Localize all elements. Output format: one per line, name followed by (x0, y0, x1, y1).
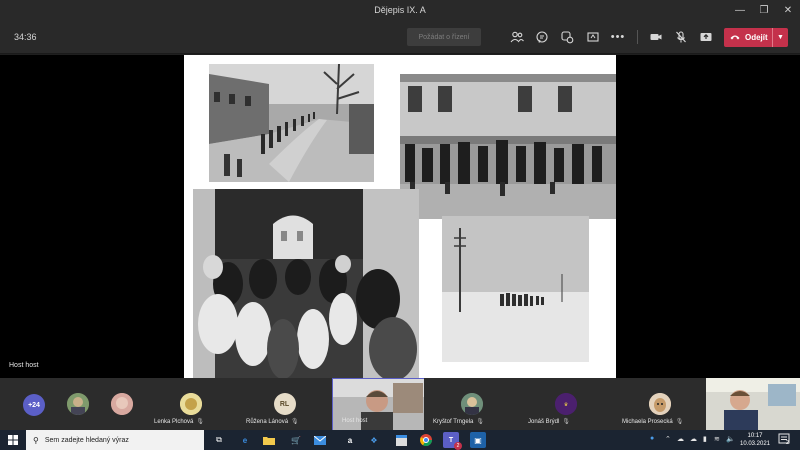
windows-taskbar: ⚲ Sem zadejte hledaný výraz ⧉ e 🛒 a ❖ T … (0, 430, 800, 450)
mail-icon[interactable] (312, 432, 328, 448)
avatar (67, 393, 89, 415)
avatar: ♛ (555, 393, 577, 415)
notification-center-icon[interactable]: 2 (778, 433, 790, 447)
onedrive-icon[interactable]: ☁ (690, 435, 697, 443)
participant-tile[interactable]: Michaela Prosecká 🎙 (613, 378, 706, 430)
close-window-button[interactable]: ✕ (776, 0, 800, 20)
request-control-button[interactable]: Požádat o řízení (407, 28, 481, 46)
file-explorer-icon[interactable] (261, 432, 277, 448)
task-view-icon[interactable]: ⧉ (211, 432, 227, 448)
chrome-icon[interactable] (418, 432, 434, 448)
store-icon[interactable]: 🛒 (288, 432, 304, 448)
taskbar-search-input[interactable]: ⚲ Sem zadejte hledaný výraz (26, 430, 204, 450)
self-video (706, 378, 800, 430)
svg-text:♛: ♛ (564, 402, 568, 408)
edge-browser-icon[interactable]: e (237, 432, 253, 448)
photo-marching-column (400, 74, 616, 219)
taskbar-clock[interactable]: 10:17 10.03.2021 (738, 432, 772, 448)
share-content-icon[interactable] (698, 29, 714, 45)
participant-tile[interactable]: ♛ Jonáš Brýdl 🎙 (519, 378, 613, 430)
clock-date: 10.03.2021 (739, 441, 771, 447)
photo-street-column (209, 64, 374, 182)
chevron-down-icon[interactable]: ▼ (772, 28, 788, 47)
clock-time: 10:17 (747, 433, 763, 439)
photo-snowy-road (442, 216, 589, 362)
avatar (460, 393, 483, 415)
participant-name: Růžena Lánová 🎙 (246, 419, 299, 425)
meeting-timer: 34:36 (14, 32, 37, 42)
chat-icon[interactable] (534, 29, 550, 45)
participant-tile[interactable]: RL Růžena Lánová 🎙 (237, 378, 332, 430)
avatar (111, 393, 133, 415)
cloud-icon[interactable]: ☁ (677, 435, 684, 443)
notification-count: 2 (786, 440, 789, 446)
leave-label: Odejít (745, 33, 768, 42)
mic-muted-icon: 🎙 (562, 419, 570, 425)
mic-muted-icon: 🎙 (675, 419, 684, 425)
avatar (648, 393, 671, 415)
shared-screen: Host host (0, 55, 800, 378)
teams-meeting-window: Dějepis IX. A — ❐ ✕ 34:36 Požádat o říze… (0, 0, 800, 450)
meeting-toolbar: 34:36 Požádat o řízení ••• Odejít ▼ (0, 20, 800, 54)
participant-group-tile[interactable] (0, 378, 145, 430)
dropbox-icon[interactable]: ❖ (366, 432, 382, 448)
show-hidden-icons[interactable]: ⌃ (665, 435, 671, 443)
participant-video-tile[interactable]: Host host (332, 378, 425, 431)
usb-icon[interactable]: ▮ (703, 435, 707, 443)
calendar-icon[interactable] (393, 432, 409, 448)
participant-name: Kryštof Trngela 🎙 (433, 419, 484, 425)
mic-muted-icon: 🎙 (476, 419, 484, 425)
presenter-name: Host host (9, 362, 39, 369)
minimize-button[interactable]: — (728, 0, 752, 20)
amazon-icon[interactable]: a (342, 432, 358, 448)
participant-name: Michaela Prosecká 🎙 (622, 419, 684, 425)
maximize-button[interactable]: ❐ (752, 0, 776, 20)
toolbar-divider (637, 30, 638, 44)
volume-icon[interactable]: 🔈 (726, 435, 735, 443)
windows-start-icon[interactable] (0, 430, 26, 450)
avatar-initials: RL (273, 393, 296, 415)
self-video-tile[interactable] (706, 378, 800, 430)
participant-name: Host host (342, 418, 368, 424)
title-bar: Dějepis IX. A — ❐ ✕ (0, 0, 800, 20)
photo-crowd-archway (193, 189, 419, 378)
teams-icon[interactable]: T 2 (443, 432, 462, 450)
hang-up-icon (730, 33, 740, 42)
overflow-participants-button[interactable]: +24 (23, 394, 45, 416)
avatar (180, 393, 202, 415)
more-options-icon[interactable]: ••• (610, 29, 626, 45)
reactions-icon[interactable] (559, 29, 575, 45)
camera-icon[interactable] (648, 29, 664, 45)
teams-badge: 2 (454, 442, 462, 450)
participants-icon[interactable] (509, 29, 525, 45)
participant-tile[interactable]: Lenka Plchová 🎙 (145, 378, 237, 430)
window-title: Dějepis IX. A (374, 5, 426, 15)
wifi-icon[interactable]: ≋ (714, 435, 720, 443)
participant-tile[interactable]: Kryštof Trngela 🎙 (424, 378, 519, 430)
mic-muted-icon: 🎙 (291, 419, 299, 425)
network-status-icon[interactable]: ● (650, 435, 654, 442)
share-tray-icon[interactable] (585, 29, 601, 45)
leave-button[interactable]: Odejít ▼ (724, 28, 788, 47)
mic-muted-icon: 🎙 (196, 419, 204, 425)
participant-strip: Lenka Plchová 🎙 RL Růžena Lánová 🎙 Host ho… (0, 378, 800, 431)
participant-name: Jonáš Brýdl 🎙 (528, 419, 570, 425)
mic-muted-icon[interactable] (673, 29, 689, 45)
presentation-slide (184, 55, 616, 378)
participant-name: Lenka Plchová 🎙 (154, 419, 204, 425)
search-icon: ⚲ (33, 435, 39, 445)
search-placeholder: Sem zadejte hledaný výraz (44, 436, 129, 444)
photos-icon[interactable]: ▣ (470, 432, 486, 448)
